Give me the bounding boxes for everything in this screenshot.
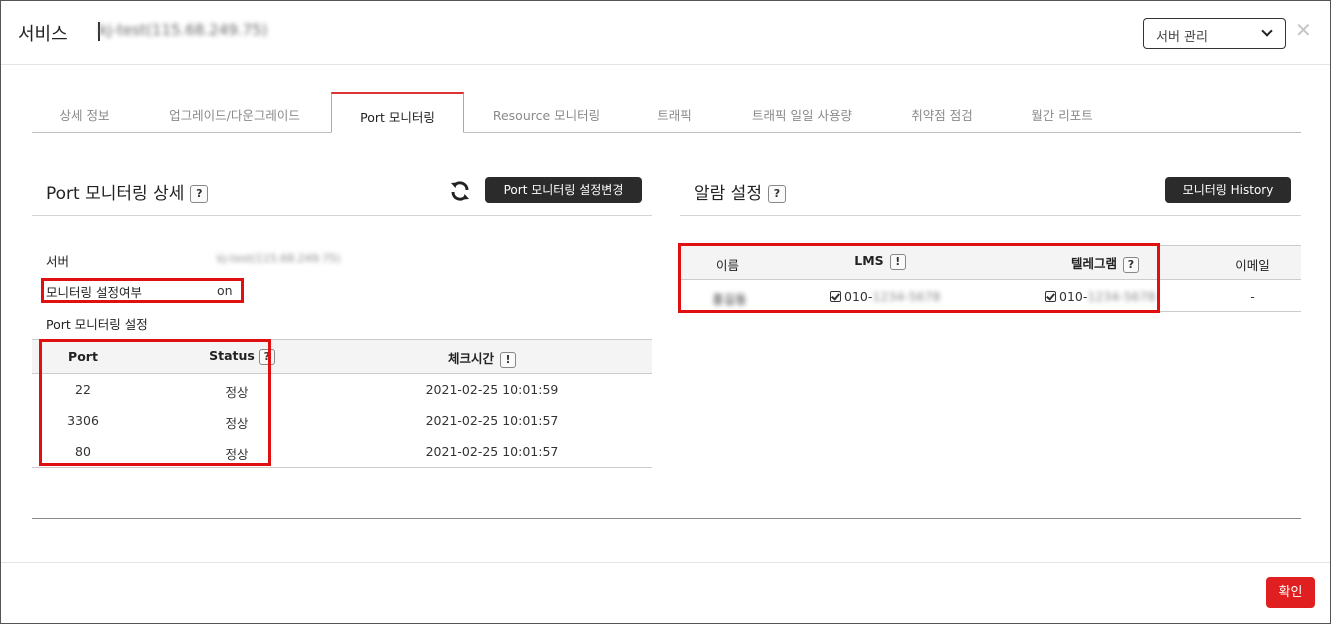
col-email: 이메일 [1235,258,1270,273]
alarm-section-title: 알람 설정? [694,179,786,204]
tab-resource-monitoring[interactable]: Resource 모니터링 [479,93,614,133]
col-check-time: 체크시간! [412,348,552,368]
modal-footer [1,562,1330,623]
port-settings-label: Port 모니터링 설정 [46,317,148,332]
server-manage-select[interactable]: 서버 관리 [1143,18,1286,49]
info-icon[interactable]: ! [500,351,516,368]
alarm-table-header: 이름 LMS! 텔레그램? 이메일 [680,246,1301,280]
lms-rest: 1234-5678 [872,289,941,304]
col-lms: LMS! [830,253,930,270]
server-name: kj-test(115.68.249.75) [99,21,268,39]
tab-upgrade-downgrade[interactable]: 업그레이드/다운그레이드 [152,93,317,133]
alarm-section-header: 알람 설정? 모니터링 History [680,176,1301,216]
content-divider [32,518,1301,519]
col-check-time-text: 체크시간 [447,351,494,366]
tab-bar: 상세 정보 업그레이드/다운그레이드 Port 모니터링 Resource 모니… [32,92,1301,133]
alarm-table: 이름 LMS! 텔레그램? 이메일 홍길동 010-1234-5678 010-… [680,245,1301,312]
telegram-cell: 010-1234-5678 [1045,289,1165,304]
tab-detail-info[interactable]: 상세 정보 [32,93,137,133]
monitoring-history-button[interactable]: 모니터링 History [1165,177,1291,203]
alarm-section-title-text: 알람 설정 [694,184,762,204]
status-cell: 정상 [225,385,249,400]
modal-title: 서비스 [18,24,68,45]
tab-daily-traffic[interactable]: 트래픽 일일 사용량 [732,93,872,133]
tab-vulnerability-check[interactable]: 취약점 점검 [892,93,992,133]
help-icon[interactable]: ? [767,185,786,203]
check-time-cell: 2021-02-25 10:01:57 [425,413,559,428]
monitoring-enabled-value: on [217,283,233,298]
help-icon[interactable]: ? [1123,256,1139,273]
col-status: Status? [192,348,292,365]
telegram-rest: 1234-5678 [1087,289,1156,304]
telegram-prefix: 010- [1059,289,1088,304]
monitoring-enabled-label: 모니터링 설정여부 [46,285,142,300]
check-time-cell: 2021-02-25 10:01:57 [425,444,559,459]
col-lms-text: LMS [854,253,884,268]
chevron-down-icon [1261,25,1273,37]
help-icon[interactable]: ? [190,185,209,203]
refresh-icon[interactable] [448,179,472,203]
server-manage-select-value: 서버 관리 [1156,30,1208,45]
port-section-title-text: Port 모니터링 상세 [46,184,185,204]
name-cell: 홍길동 [712,292,747,307]
port-table-header: Port Status? 체크시간! [32,340,652,374]
col-name: 이름 [715,258,739,273]
help-icon[interactable]: ? [258,348,275,365]
info-icon[interactable]: ! [889,253,906,270]
port-cell: 3306 [67,413,99,428]
status-cell: 정상 [225,447,249,462]
col-port: Port [68,349,98,364]
tab-port-monitoring[interactable]: Port 모니터링 [331,92,464,133]
modal-header: 서비스 kj-test(115.68.249.75) 서버 관리 ✕ [1,1,1330,65]
server-label: 서버 [46,254,70,269]
check-icon [1045,291,1056,302]
confirm-button[interactable]: 확인 [1266,577,1315,608]
port-cell: 22 [75,382,91,397]
check-time-cell: 2021-02-25 10:01:59 [425,382,559,397]
col-telegram: 텔레그램? [1050,253,1160,273]
port-settings-change-button[interactable]: Port 모니터링 설정변경 [485,177,642,203]
col-status-text: Status [209,348,255,363]
lms-cell: 010-1234-5678 [830,289,950,304]
service-modal: 서비스 kj-test(115.68.249.75) 서버 관리 ✕ 상세 정보… [0,0,1331,624]
email-cell: - [1250,289,1255,304]
col-telegram-text: 텔레그램 [1070,256,1117,271]
tab-monthly-report[interactable]: 월간 리포트 [1012,93,1112,133]
close-icon[interactable]: ✕ [1295,19,1312,41]
tab-traffic[interactable]: 트래픽 [632,93,717,133]
port-section-title: Port 모니터링 상세? [46,179,209,204]
port-section-header: Port 모니터링 상세? Port 모니터링 설정변경 [32,176,652,216]
check-icon [830,291,841,302]
server-value: kj-test(115.68.249.75) [217,252,341,265]
port-table: Port Status? 체크시간! 22 정상 2021-02-25 10:0… [32,339,652,468]
status-cell: 정상 [225,416,249,431]
lms-prefix: 010- [844,289,873,304]
port-cell: 80 [75,444,91,459]
